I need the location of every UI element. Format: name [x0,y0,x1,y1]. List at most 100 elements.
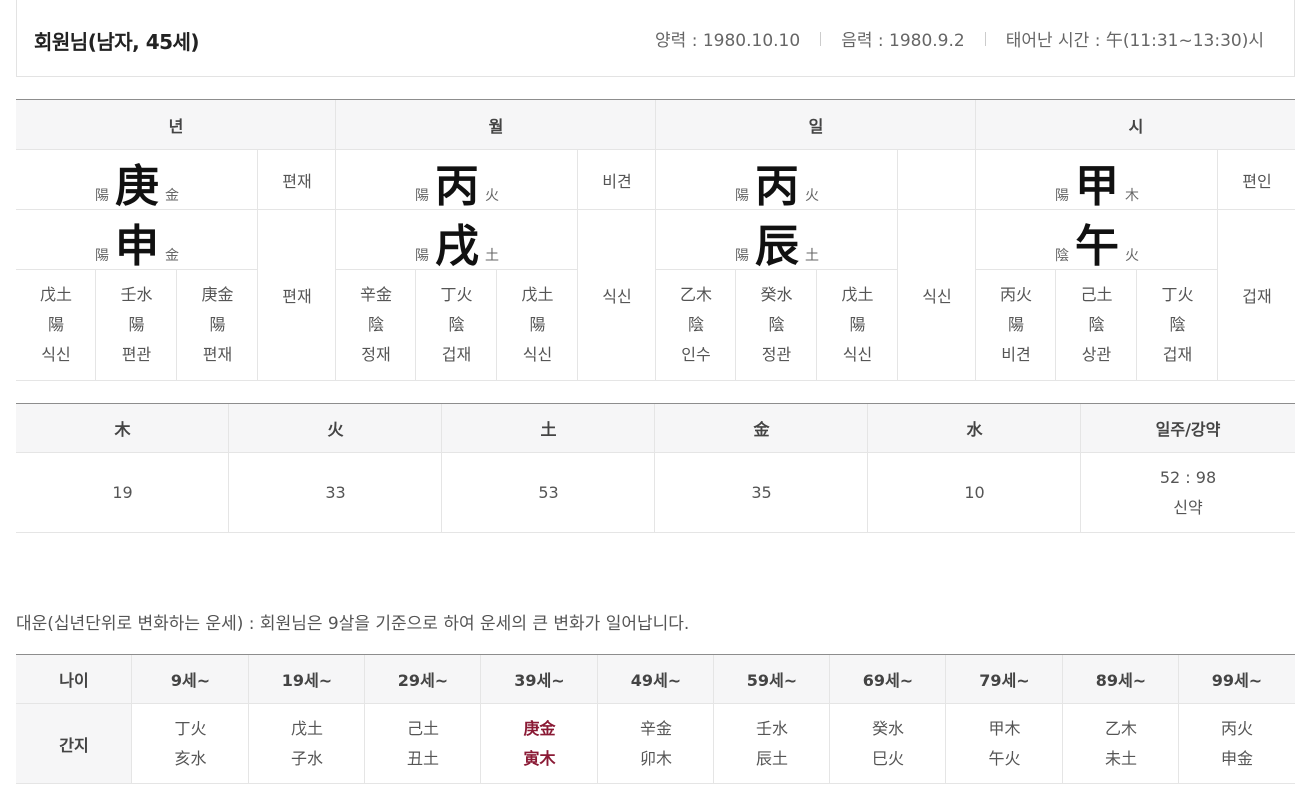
daeun-branch: 午火 [988,748,1021,768]
branch-char: 戌 [435,221,479,272]
daeun-age: 79세~ [979,671,1030,690]
divider [984,31,986,46]
hidden-stem-char: 戊土 [841,285,874,304]
yinyang-label: 陽 [735,188,749,204]
hidden-stem-ten-god: 겁재 [1162,345,1193,364]
daeun-age: 9세~ [170,671,211,690]
grid-line [577,150,578,380]
hidden-stem-yinyang: 陽 [529,315,546,334]
hidden-stem-yinyang: 陽 [47,315,64,334]
hidden-stem-ten-god: 정재 [361,345,391,364]
hidden-stem: 癸水陰 정관 [736,270,817,380]
hidden-stem: 壬水陽 편관 [96,270,177,380]
yinyang-label: 陽 [1055,188,1069,204]
element-score: 35 [751,483,772,502]
hidden-stem: 辛金陰 정재 [336,270,416,380]
hidden-stem-char: 壬水 [120,285,153,304]
branch-ten-god: 식신 [922,287,952,306]
stem-ten-god: 편재 [282,171,312,191]
hidden-stem-ten-god: 정관 [761,345,792,364]
element-score: 33 [325,483,346,502]
element-header: 火 [327,420,344,439]
stem-ten-god: 편인 [1242,171,1272,191]
element-label: 金 [165,248,179,264]
stem-char: 甲 [1075,161,1119,212]
hidden-stem: 庚金陽 편재 [177,270,258,380]
daeun-stem: 丙火 [1220,718,1253,738]
element-label: 土 [805,248,819,264]
heavenly-stem: 陽庚金 [16,150,258,209]
earthly-branch: 陰午火 [976,210,1218,269]
branch-ten-god: 편재 [282,287,312,306]
hidden-stem-ten-god: 식신 [842,345,873,364]
grid-line [897,150,898,380]
element-header: 木 [114,420,131,439]
divider [820,31,822,46]
daeun-stem: 壬水 [755,718,788,738]
hidden-stem: 戊土陽 식신 [497,270,578,380]
stem-ten-god: 비견 [602,171,632,191]
hidden-stem-ten-god: 비견 [1001,345,1031,364]
stem-char: 庚 [115,161,159,212]
hidden-stem: 乙木陰 인수 [656,270,736,380]
branch-char: 午 [1075,221,1119,272]
element-label: 金 [165,188,179,204]
daeun-ganji: 壬水 辰土 [714,704,830,783]
daeun-stem: 辛金 [639,718,672,738]
hidden-stem-char: 丁火 [1161,285,1194,304]
hidden-stem-ten-god: 편관 [121,345,152,364]
grid-line [257,150,258,380]
stem-char: 丙 [435,161,479,212]
yinyang-label: 陽 [95,188,109,204]
element-score: 19 [112,483,133,502]
daeun-age: 29세~ [397,671,449,690]
daeun-age: 39세~ [514,671,565,690]
daeun-stem: 癸水 [871,718,904,738]
daeun-branch: 寅木 [523,748,556,768]
daeun-age: 69세~ [862,671,914,690]
element-header: 水 [966,420,983,439]
daeun-branch: 辰土 [755,748,788,768]
daeun-branch: 卯木 [639,748,672,768]
daeun-stem: 乙木 [1104,718,1137,738]
hidden-stem-ten-god: 겁재 [441,345,472,364]
hidden-stem-char: 庚金 [201,285,234,304]
element-header: 金 [753,420,770,439]
grid-line [1217,150,1218,380]
strength-cell: 52 : 98 신약 [1081,453,1295,532]
element-label: 木 [1125,188,1139,204]
element-header: 土 [540,420,557,439]
hidden-stem-char: 辛金 [359,285,392,304]
stem-char: 丙 [755,161,799,212]
daeun-stem: 丁火 [174,718,207,738]
hidden-stem: 丁火陰 겁재 [416,270,497,380]
earthly-branch: 陽辰土 [656,210,898,269]
yinyang-label: 陽 [415,188,429,204]
daeun-age: 99세~ [1211,671,1263,690]
hidden-stem: 丙火陽 비견 [976,270,1056,380]
hidden-stem-yinyang: 陽 [849,315,866,334]
ganji-row-label: 간지 [59,735,89,755]
hidden-stem-yinyang: 陰 [367,315,384,334]
element-label: 火 [1125,248,1139,264]
daeun-ganji: 癸水 巳火 [830,704,946,783]
daeun-age: 59세~ [746,671,798,690]
heavenly-stem: 陽丙火 [656,150,898,209]
hidden-stem-char: 戊土 [521,285,554,304]
daeun-caption: 대운(십년단위로 변화하는 운세) : 회원님은 9살을 기준으로 하여 운세의… [16,614,690,634]
hidden-stem: 丁火陰 겁재 [1137,270,1218,380]
hidden-stem-char: 乙木 [679,285,712,304]
yinyang-label: 陽 [415,248,429,264]
hidden-stem-ten-god: 식신 [41,345,71,364]
daeun-branch: 申金 [1220,748,1253,768]
grid-line [335,100,336,380]
branch-ten-god: 겁재 [1242,287,1272,306]
branch-char: 辰 [755,221,799,272]
daeun-branch: 巳火 [871,748,904,768]
element-header: 일주/강약 [1155,420,1221,439]
stem-ten-god [898,150,976,209]
daeun-branch: 未土 [1104,748,1137,768]
element-label: 火 [805,188,819,204]
branch-char: 申 [115,221,159,272]
grid-line [16,380,1295,381]
